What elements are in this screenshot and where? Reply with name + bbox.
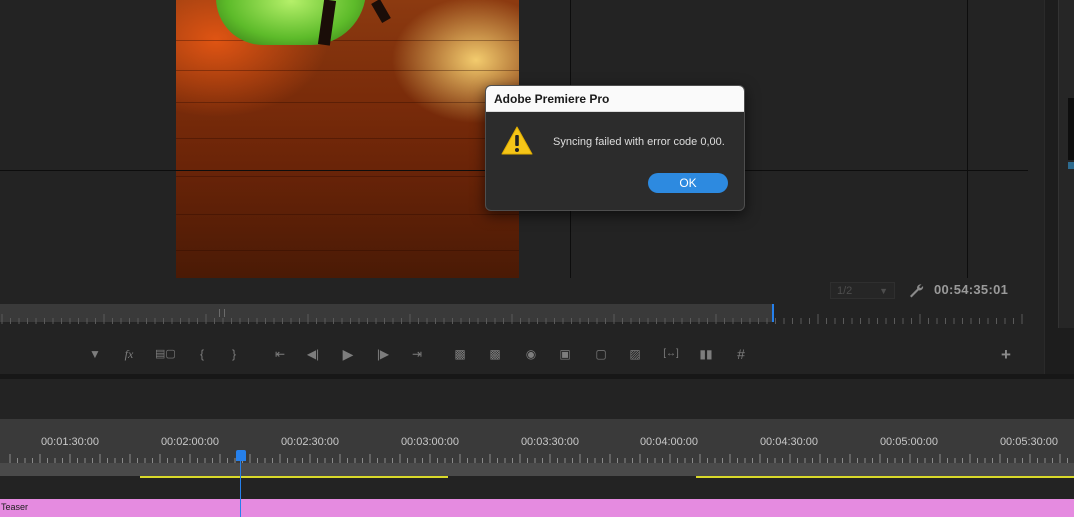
side-panel-selection (1068, 162, 1074, 169)
chevron-down-icon: ▼ (879, 286, 888, 296)
lift-icon[interactable]: ▩ (451, 346, 469, 362)
add-button[interactable]: + (1001, 345, 1011, 365)
error-dialog: Adobe Premiere Pro Syncing failed with e… (485, 85, 745, 211)
ruler-label: 00:04:30:00 (759, 436, 819, 448)
step-back-icon[interactable]: ◀| (304, 346, 322, 362)
dialog-title: Adobe Premiere Pro (494, 92, 610, 106)
dialog-titlebar[interactable]: Adobe Premiere Pro (486, 86, 744, 112)
extract-icon[interactable]: ▩ (486, 346, 504, 362)
clip-label: Teaser (1, 502, 29, 512)
side-panel-thumbnail (1068, 98, 1074, 160)
safe-margins-icon[interactable]: ▢ (592, 346, 610, 362)
insert-edit-icon[interactable]: ▤▢ (155, 346, 176, 362)
zoom-select[interactable]: 1/2 ▼ (830, 282, 895, 299)
monitor-playhead[interactable] (772, 304, 774, 322)
mark-in-icon[interactable]: { (193, 346, 211, 362)
step-forward-icon[interactable]: |▶ (374, 346, 392, 362)
ruler-label: 00:03:30:00 (520, 436, 580, 448)
dancer-leg (371, 0, 391, 24)
comparison-view-icon[interactable]: ▣ (556, 346, 574, 362)
settings-icon[interactable]: ▮▮ (697, 346, 715, 362)
work-area-bar[interactable] (0, 463, 1074, 476)
ruler-label: 00:01:30:00 (40, 436, 100, 448)
wrench-icon[interactable] (908, 283, 924, 299)
ruler-label: 00:05:30:00 (999, 436, 1059, 448)
ruler-label: 00:03:00:00 (400, 436, 460, 448)
timeline-playhead-handle[interactable] (236, 450, 246, 461)
ruler-label: 00:05:00:00 (879, 436, 939, 448)
warning-icon (501, 126, 533, 155)
monitor-ruler (1, 314, 1023, 324)
grid-icon[interactable]: # (732, 346, 750, 362)
track-spacer (0, 478, 1074, 499)
mark-out-icon[interactable]: } (225, 346, 243, 362)
dancer-dress (216, 0, 366, 45)
marker-icon[interactable]: ▼ (86, 346, 104, 362)
multicam-icon[interactable]: ▨ (626, 346, 644, 362)
fx-icon[interactable]: fx (120, 346, 138, 362)
zoom-select-value: 1/2 (837, 285, 853, 297)
safe-guide-vertical (967, 0, 968, 278)
timeline-clip[interactable] (0, 499, 1074, 517)
export-frame-icon[interactable]: ◉ (522, 346, 540, 362)
timeline-playhead (240, 461, 241, 517)
video-frame (176, 0, 519, 278)
ruler-label: 00:02:30:00 (280, 436, 340, 448)
ruler-label: 00:02:00:00 (160, 436, 220, 448)
dialog-message: Syncing failed with error code 0,00. (553, 136, 725, 148)
vr-icon[interactable]: [↔] (662, 346, 680, 362)
ok-button[interactable]: OK (648, 173, 728, 193)
go-to-out-icon[interactable]: ⇥ (408, 346, 426, 362)
play-icon[interactable]: ▶ (339, 346, 357, 362)
timeline-ticks (9, 454, 1068, 463)
ruler-label: 00:04:00:00 (639, 436, 699, 448)
go-to-in-icon[interactable]: ⇤ (271, 346, 289, 362)
playhead-timecode[interactable]: 00:54:35:01 (934, 282, 1008, 297)
